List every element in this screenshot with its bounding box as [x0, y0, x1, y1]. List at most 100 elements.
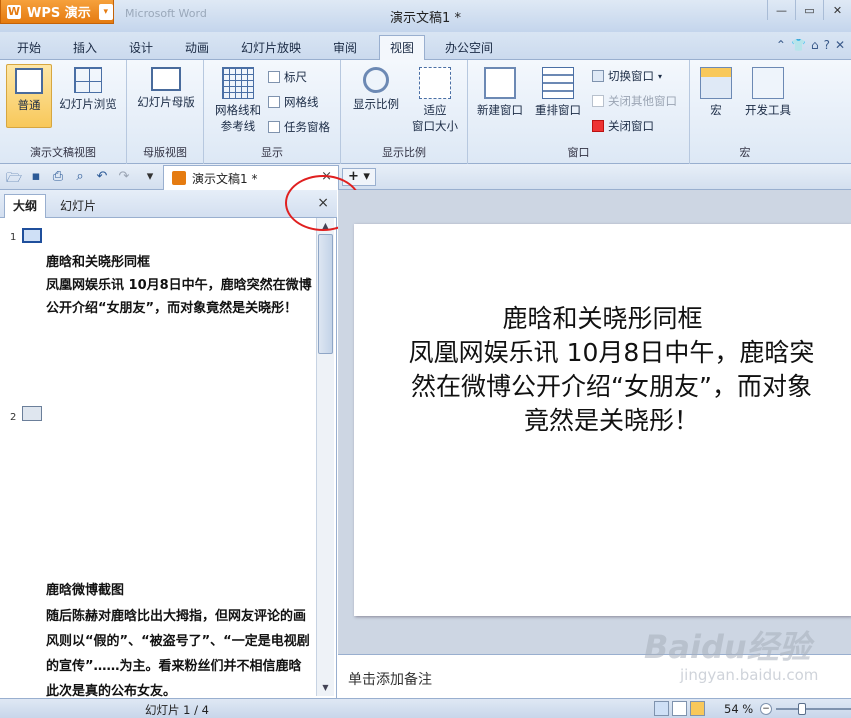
- help-icon[interactable]: ?: [824, 38, 830, 52]
- minimize-icon[interactable]: —: [767, 0, 795, 20]
- outline-slide-body[interactable]: 随后陈赫对鹿晗比出大拇指，但网友评论的画风则以“假的”、“被盗号了”、“一定是电…: [46, 604, 314, 698]
- group-show: 网格线和 参考线 标尺 网格线 任务窗格 显示: [204, 60, 341, 164]
- group-macro: 宏 开发工具 宏: [690, 60, 800, 164]
- gridlines-checkbox[interactable]: 网格线: [268, 94, 319, 110]
- print-icon[interactable]: ⎙: [50, 169, 66, 185]
- tab-insert[interactable]: 插入: [73, 39, 97, 56]
- arrange-windows-button[interactable]: 重排窗口: [532, 67, 584, 118]
- tab-animation[interactable]: 动画: [185, 39, 209, 56]
- checkbox-icon[interactable]: [268, 121, 280, 133]
- slide-title[interactable]: 鹿晗和关晓彤同框: [354, 302, 851, 336]
- group-label: 显示比例: [382, 146, 426, 159]
- group-label: 母版视图: [143, 146, 187, 159]
- title-bar: W WPS 演示 ▾ Microsoft Word 演示文稿1 * — ▭ ✕: [0, 0, 851, 32]
- zoom-button[interactable]: 显示比例: [347, 67, 405, 112]
- slide-master-icon: [151, 67, 181, 91]
- macro-button[interactable]: 宏: [696, 67, 736, 118]
- home-icon[interactable]: ⌂: [811, 38, 819, 52]
- checkbox-icon[interactable]: [268, 96, 280, 108]
- ruler-checkbox[interactable]: 标尺: [268, 69, 307, 85]
- tab-view[interactable]: 视图: [379, 35, 426, 61]
- baidu-watermark: Baidu经验 jingyan.baidu.com: [640, 622, 840, 692]
- close-window-button[interactable]: 关闭窗口: [592, 118, 654, 134]
- scrollbar-thumb[interactable]: [318, 234, 333, 354]
- notes-placeholder: 单击添加备注: [348, 672, 432, 688]
- slide-icon[interactable]: [22, 406, 42, 421]
- slideshow-view-icon[interactable]: [690, 701, 705, 716]
- collapse-ribbon-icon[interactable]: ⌃: [776, 38, 786, 52]
- chevron-down-icon: ▾: [658, 71, 663, 81]
- tab-home[interactable]: 开始: [17, 39, 41, 56]
- scroll-down-icon[interactable]: ▼: [317, 680, 334, 696]
- slide-sorter-button[interactable]: 幻灯片浏览: [56, 67, 120, 112]
- maximize-icon[interactable]: ▭: [795, 0, 823, 20]
- outline-content[interactable]: 1 鹿晗和关晓彤同框 凤凰网娱乐讯 10月8日中午，鹿晗突然在微博公开介绍“女朋…: [0, 218, 316, 698]
- slide-sorter-icon: [74, 67, 102, 93]
- sorter-view-icon[interactable]: [672, 701, 687, 716]
- redo-icon[interactable]: ↷: [116, 169, 132, 185]
- normal-view-icon[interactable]: [654, 701, 669, 716]
- group-label: 演示文稿视图: [30, 146, 96, 159]
- group-presentation-view: 普通 幻灯片浏览 演示文稿视图: [0, 60, 127, 164]
- fit-to-window-button[interactable]: 适应 窗口大小: [405, 67, 465, 134]
- zoom-slider-handle[interactable]: [798, 703, 806, 715]
- undo-icon[interactable]: ↶: [94, 169, 110, 185]
- group-label: 显示: [261, 146, 283, 159]
- normal-view-button[interactable]: 普通: [6, 64, 52, 128]
- grid-icon: [222, 67, 254, 99]
- outline-slide-body[interactable]: 凤凰网娱乐讯 10月8日中午，鹿晗突然在微博公开介绍“女朋友”，而对象竟然是关晓…: [46, 274, 314, 320]
- save-icon[interactable]: ▪: [28, 169, 44, 185]
- tab-review[interactable]: 审阅: [333, 39, 357, 56]
- close-window-icon: [592, 120, 604, 132]
- window-title: 演示文稿1 *: [390, 11, 461, 26]
- new-window-button[interactable]: 新建窗口: [474, 67, 526, 118]
- developer-tools-button[interactable]: 开发工具: [740, 67, 796, 118]
- tab-design[interactable]: 设计: [129, 39, 153, 56]
- slide-master-button[interactable]: 幻灯片母版: [133, 67, 199, 110]
- arrange-windows-icon: [542, 67, 574, 99]
- slide-icon[interactable]: [22, 228, 42, 243]
- quick-access-toolbar: 🗁 ▪ ⎙ ⌕ ↶ ↷ ▾ 演示文稿1 * × + ▾: [0, 164, 851, 190]
- presentation-file-icon: [172, 171, 186, 185]
- normal-view-icon: [15, 68, 43, 94]
- skin-icon[interactable]: 👕: [791, 38, 806, 52]
- checkbox-icon[interactable]: [268, 71, 280, 83]
- status-bar: 幻灯片 1 / 4 54 % −: [0, 698, 851, 718]
- watermark-brand: Baidu经验: [644, 628, 811, 666]
- close-icon[interactable]: ✕: [835, 38, 845, 52]
- slide-number: 2: [10, 412, 17, 423]
- close-others-icon: [592, 95, 604, 107]
- tab-slides[interactable]: 幻灯片: [52, 195, 104, 216]
- group-master-view: 幻灯片母版 母版视图: [127, 60, 204, 164]
- tab-outline[interactable]: 大纲: [4, 194, 47, 218]
- open-icon[interactable]: 🗁: [6, 169, 22, 186]
- print-preview-icon[interactable]: ⌕: [72, 169, 88, 185]
- tab-office-space[interactable]: 办公空间: [445, 39, 493, 56]
- outline-pane: 大纲 幻灯片 × 1 鹿晗和关晓彤同框 凤凰网娱乐讯 10月8日中午，鹿晗突然在…: [0, 190, 337, 698]
- slide-canvas[interactable]: 鹿晗和关晓彤同框 凤凰网娱乐讯 10月8日中午，鹿晗突然在微博公开介绍“女朋友”…: [354, 224, 851, 616]
- close-other-windows-button[interactable]: 关闭其他窗口: [592, 93, 677, 109]
- group-label: 窗口: [567, 146, 590, 159]
- outline-scrollbar[interactable]: ▲ ▼: [316, 218, 334, 696]
- outline-slide-title[interactable]: 鹿晗微博截图: [46, 579, 314, 602]
- ribbon-tabs: 开始 插入 设计 动画 幻灯片放映 审阅 视图 办公空间 ⌃ 👕 ⌂ ? ✕: [0, 32, 851, 61]
- customize-qat-icon[interactable]: ▾: [142, 169, 158, 185]
- developer-tools-icon: [752, 67, 784, 99]
- outline-slide-title[interactable]: 鹿晗和关晓彤同框: [46, 251, 314, 274]
- slide-count: 幻灯片 1 / 4: [145, 703, 209, 717]
- close-icon[interactable]: ✕: [823, 0, 851, 20]
- zoom-out-icon[interactable]: −: [760, 703, 772, 715]
- ribbon-view: 普通 幻灯片浏览 演示文稿视图 幻灯片母版 母版视图 网格线和 参考线 标尺 网…: [0, 60, 851, 164]
- slide-body[interactable]: 凤凰网娱乐讯 10月8日中午，鹿晗突然在微博公开介绍“女朋友”，而对象竟然是关晓…: [354, 336, 851, 438]
- new-window-icon: [484, 67, 516, 99]
- group-label: 宏: [739, 146, 751, 159]
- fit-window-icon: [419, 67, 451, 99]
- task-pane-checkbox[interactable]: 任务窗格: [268, 119, 330, 135]
- gridlines-guides-button[interactable]: 网格线和 参考线: [210, 67, 266, 134]
- document-tab-label: 演示文稿1 *: [192, 171, 258, 186]
- macro-icon: [700, 67, 732, 99]
- zoom-slider[interactable]: −: [760, 703, 851, 715]
- tab-slideshow[interactable]: 幻灯片放映: [241, 39, 301, 56]
- switch-window-button[interactable]: 切换窗口 ▾: [592, 68, 662, 84]
- zoom-level: 54 %: [724, 702, 754, 716]
